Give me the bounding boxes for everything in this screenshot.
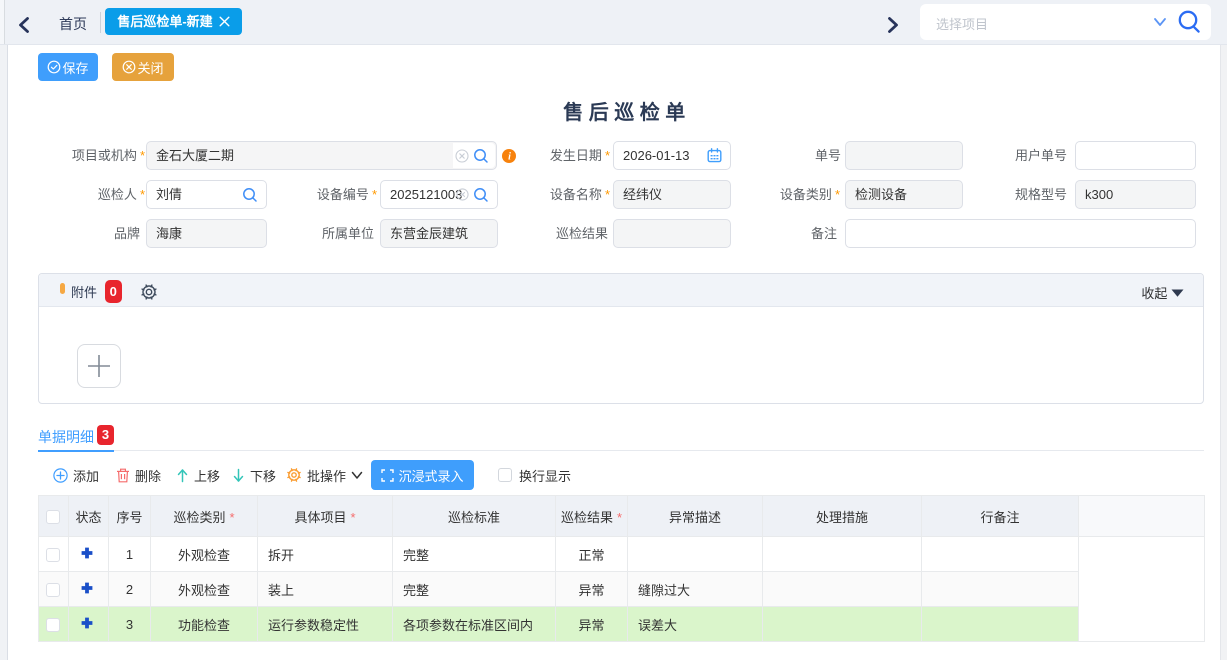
svg-text:i: i: [508, 152, 511, 163]
